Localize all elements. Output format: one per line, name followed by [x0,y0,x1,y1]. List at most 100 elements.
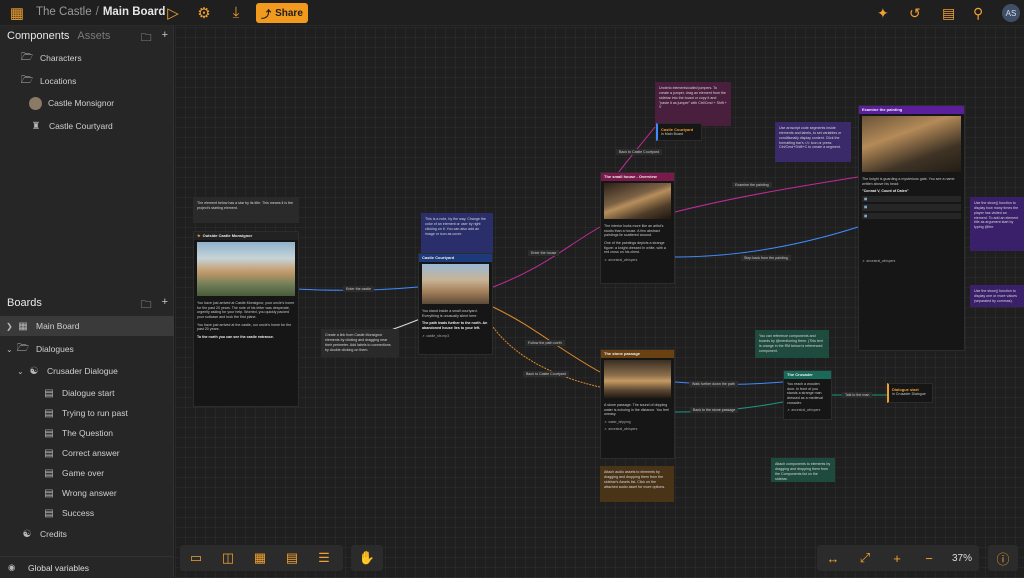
castle-icon: ♜ [31,120,41,132]
board-item-dialogues[interactable]: ⌄ 🗁 Dialogues [0,339,174,359]
add-icon[interactable]: + [162,29,168,48]
connection-label-examine[interactable]: Examine the painting [732,182,772,188]
board-item-dialogue-start[interactable]: ▤ Dialogue start [0,383,174,403]
connection-label-enter-house[interactable]: Enter the house [528,250,560,256]
share-button[interactable]: ⤴ Share [256,3,308,23]
help-icon[interactable]: ⓘ [988,549,1018,568]
comment-tool-icon[interactable]: ☰ [308,550,340,566]
folder-icon: 🗁 [20,51,34,63]
audio-attachment[interactable]: ♬ ancestral_whispers [604,258,671,262]
jumper-tool-icon[interactable]: ◫ [212,550,244,566]
element-examine-painting[interactable]: Examine the painting The knight is guard… [858,105,965,351]
note-show-hint[interactable]: Use the show() function to display how m… [970,197,1024,251]
code-segment[interactable]: ▦ [862,204,961,211]
element-text: You reach a wooden door. In front of you… [787,382,823,405]
audio-attachment[interactable]: ♬ castle_sfx.mp3 [422,334,489,338]
connection-enter-house[interactable] [492,226,601,288]
element-title: The stone passage [601,350,674,358]
tab-assets[interactable]: Assets [77,30,110,42]
connection-label-step-back[interactable]: Step back from the painting [741,255,791,261]
app-grid-icon[interactable]: ▦ [7,4,27,22]
audio-attachment[interactable]: ♬ ancestral_whispers [862,259,961,263]
connection-step-back[interactable] [674,226,859,258]
speaker-icon: ♬ [862,259,866,264]
element-crusader[interactable]: The Crusader You reach a wooden door. In… [783,370,832,420]
note-connection-hint[interactable]: Create a link from Castle Monsignor elem… [321,329,399,357]
jumper-castle-courtyard[interactable]: Castle Courtyard in Main Board [656,123,702,141]
element-outside-castle[interactable]: ★ Outside Castle Monsignor You have just… [193,231,299,407]
element-small-house[interactable]: The small house - Overview The interior … [600,172,675,284]
component-item-characters[interactable]: 🗁 Characters [0,48,174,68]
component-item-locations[interactable]: 🗁 Locations [0,71,174,91]
element-title-text: Outside Castle Monsignor [202,233,253,239]
add-icon[interactable]: + [162,296,168,315]
note-starting-element[interactable]: The element below has a star by its titl… [193,197,299,223]
audio-attachment[interactable]: ♬ ancestral_whispers [787,408,828,412]
note-attach-hint[interactable]: Attach components to elements by draggin… [771,458,835,482]
page-icon: ▤ [44,387,54,399]
note-tool-icon[interactable]: ▤ [276,550,308,566]
connection-label-back-passage[interactable]: Back to the stone passage [690,407,739,413]
chevron-down-icon[interactable]: ⌄ [17,367,27,376]
fit-width-icon[interactable]: ↔ [817,551,849,566]
download-icon[interactable]: ⤓ [226,4,246,21]
note-component-hint[interactable]: You can reference components and boards … [755,330,829,358]
note-jumper-hint[interactable]: Underlo elements/called jumpers. To crea… [655,82,731,126]
board-item-crusader-dialogue[interactable]: ⌄ ☯ Crusader Dialogue [0,361,174,381]
board-item-credits[interactable]: ☯ Credits [0,524,174,544]
element-castle-courtyard[interactable]: Castle Courtyard You stand inside a smal… [418,253,493,355]
board-canvas[interactable]: The element below has a star by its titl… [175,27,1024,578]
history-icon[interactable]: ↺ [909,5,921,22]
boards-title: Boards [7,297,42,309]
hand-icon[interactable]: ✋ [351,550,383,566]
board-item-label: Dialogues [36,344,74,354]
zoom-in-icon[interactable]: + [881,551,913,566]
pan-toolbar: ✋ [351,545,383,571]
connection-label-follow-path[interactable]: Follow the path north [525,340,565,346]
sparkle-icon[interactable]: ✦ [877,5,889,22]
new-folder-icon[interactable]: 🗀 [141,296,152,315]
audio-attachment[interactable]: ♬ water_dripping [604,420,671,424]
breadcrumb-project[interactable]: The Castle [36,6,92,18]
element-stone-passage[interactable]: The stone passage A stone passage. The s… [600,349,675,459]
search-icon[interactable]: ⚲ [973,5,983,22]
component-item-castle-courtyard[interactable]: ♜ Castle Courtyard [0,116,174,136]
board-item-main-board[interactable]: ❯ ▦ Main Board [0,316,174,336]
note-audio-hint[interactable]: Attach audio assets to elements by dragg… [600,466,674,502]
comments-icon[interactable]: ▤ [942,5,955,22]
board-item-correct-answer[interactable]: ▤ Correct answer [0,443,174,463]
settings-gear-icon[interactable]: ⚙ [194,4,214,22]
audio-attachment[interactable]: ♬ ancestral_whispers [604,427,671,431]
new-folder-icon[interactable]: 🗀 [141,29,152,48]
zoom-out-icon[interactable]: − [913,551,945,566]
board-item-wrong-answer[interactable]: ▤ Wrong answer [0,483,174,503]
play-icon[interactable]: ▷ [163,4,183,22]
table-tool-icon[interactable]: ▦ [244,550,276,566]
zoom-level[interactable]: 37% [945,553,979,564]
connection-label-walk-further[interactable]: Walk further down the path [689,381,738,387]
connection-label-back-courtyard-jump[interactable]: Back to Castle Courtyard [616,149,662,155]
jumper-dialogue-start[interactable]: Dialogue start in Crusader Dialogue [887,383,933,403]
board-item-game-over[interactable]: ▤ Game over [0,463,174,483]
chevron-down-icon[interactable]: ⌄ [6,345,16,354]
connection-back-courtyard[interactable] [492,326,601,388]
board-item-trying-to-run-past[interactable]: ▤ Trying to run past [0,403,174,423]
user-avatar[interactable]: AS [1002,4,1020,22]
connection-label-enter-castle[interactable]: Enter the castle [343,286,374,292]
connection-label-back-courtyard[interactable]: Back to Castle Courtyard [523,371,569,377]
element-tool-icon[interactable]: ▭ [180,550,212,566]
code-segment[interactable]: ▦ [862,196,961,203]
chevron-right-icon[interactable]: ❯ [6,322,16,331]
board-item-success[interactable]: ▤ Success [0,503,174,523]
tab-components[interactable]: Components [7,30,69,42]
note-hint[interactable]: This is a note, by the way. Change the c… [421,213,493,255]
connection-label-talk[interactable]: Talk to the man [842,392,873,398]
audio-name: ancestral_whispers [608,427,638,432]
code-segment[interactable]: ▦ [862,212,961,220]
note-visit-hint[interactable]: Use the show() function to display one o… [970,285,1024,307]
component-item-castle-monsignor[interactable]: Castle Monsignor [0,93,174,113]
fit-screen-icon[interactable]: ⤢ [849,550,881,566]
global-variables-button[interactable]: ◉ Global variables [0,556,174,578]
note-script-hint[interactable]: Use arcscript code segments inside eleme… [775,122,851,162]
board-item-the-question[interactable]: ▤ The Question [0,423,174,443]
